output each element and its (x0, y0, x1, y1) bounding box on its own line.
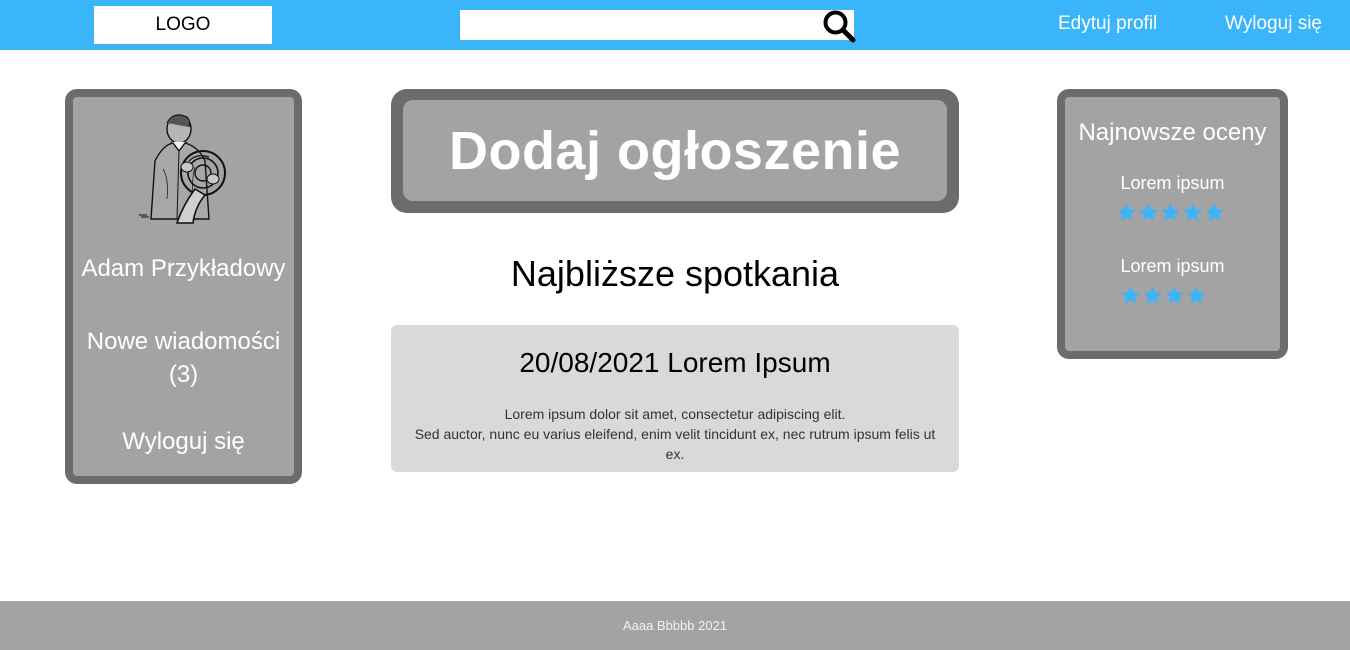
rating-item-name: Lorem ipsum (1120, 173, 1225, 193)
star-rating (1120, 285, 1207, 306)
new-messages-link[interactable]: Nowe wiadomości (3) (73, 325, 294, 391)
ratings-card: Najnowsze oceny Lorem ipsum Lorem ipsum (1057, 89, 1288, 359)
search-input[interactable] (460, 10, 820, 40)
meeting-description: Lorem ipsum dolor sit amet, consectetur … (405, 404, 945, 464)
horn-player-avatar (139, 114, 226, 224)
edit-profile-link[interactable]: Edytuj profil (1058, 13, 1157, 35)
meeting-description-line: Lorem ipsum dolor sit amet, consectetur … (504, 406, 846, 422)
profile-name: Adam Przykładowy (81, 255, 286, 282)
header-logout-link[interactable]: Wyloguj się (1225, 13, 1322, 35)
add-listing-button-inner: Dodaj ogłoszenie (403, 100, 947, 201)
upcoming-meetings-title: Najbliższe spotkania (510, 253, 840, 294)
rating-item-name: Lorem ipsum (1120, 256, 1225, 276)
top-navbar: LOGO Edytuj profil Wyloguj się (0, 0, 1350, 50)
ratings-title: Najnowsze oceny (1078, 119, 1267, 146)
star-icon (1165, 286, 1184, 304)
sidebar-logout-link[interactable]: Wyloguj się (73, 428, 294, 456)
star-icon (1161, 203, 1180, 221)
search-icon[interactable] (822, 9, 856, 43)
star-icon (1183, 203, 1202, 221)
star-rating (1116, 202, 1225, 223)
add-listing-button[interactable]: Dodaj ogłoszenie (391, 89, 959, 213)
meeting-title: 20/08/2021 Lorem Ipsum (519, 347, 831, 378)
star-icon (1143, 286, 1162, 304)
new-messages-label: Nowe wiadomości (86, 328, 281, 355)
meeting-description-line: Sed auctor, nunc eu varius eleifend, eni… (414, 426, 936, 462)
star-icon (1139, 203, 1158, 221)
footer-text: Aaaa Bbbbb 2021 (622, 618, 728, 633)
meeting-card[interactable]: 20/08/2021 Lorem Ipsum Lorem ipsum dolor… (391, 325, 959, 472)
profile-card: Adam Przykładowy Nowe wiadomości (3) Wyl… (65, 89, 302, 484)
star-icon (1205, 203, 1224, 221)
search-bar (460, 10, 854, 40)
footer: Aaaa Bbbbb 2021 (0, 601, 1350, 650)
logo[interactable]: LOGO (94, 6, 272, 44)
star-icon (1187, 286, 1206, 304)
star-icon (1117, 203, 1136, 221)
star-icon (1121, 286, 1140, 304)
add-listing-label: Dodaj ogłoszenie (448, 120, 902, 181)
new-messages-count: (3) (168, 361, 199, 388)
